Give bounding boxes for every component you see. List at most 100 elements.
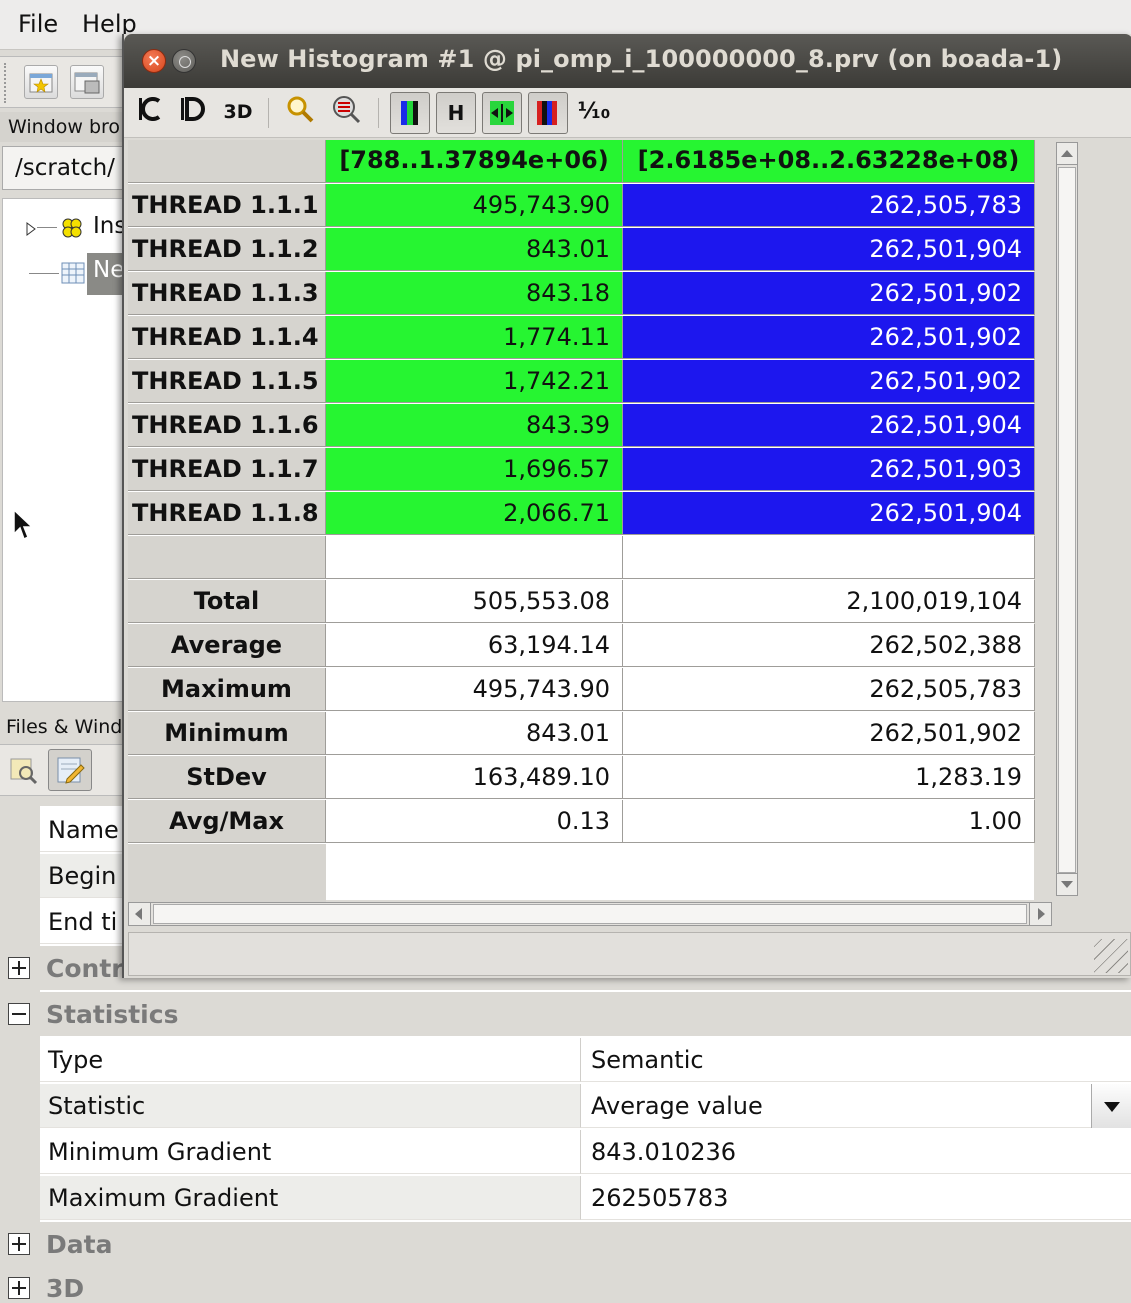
hide-columns-icon — [490, 101, 514, 125]
table-cell[interactable]: 1,774.11 — [326, 316, 623, 359]
scroll-right-icon[interactable] — [1029, 903, 1051, 925]
column-header[interactable]: [788..1.37894e+06) — [326, 140, 623, 183]
find-icon[interactable] — [8, 755, 38, 789]
table-cell[interactable]: 843.18 — [326, 272, 623, 315]
code-color-button[interactable] — [130, 92, 170, 134]
table-cell[interactable]: 1,696.57 — [326, 448, 623, 491]
table-cell[interactable]: 262,505,783 — [623, 184, 1035, 227]
stat-cell[interactable]: 1.00 — [623, 800, 1035, 843]
scroll-thumb[interactable] — [1058, 167, 1076, 873]
stat-cell[interactable]: 262,501,902 — [623, 712, 1035, 755]
files-windows-label: Files & Wind — [0, 710, 124, 742]
expand-icon[interactable] — [8, 957, 30, 979]
stat-cell[interactable]: 163,489.10 — [326, 756, 623, 799]
property-row-max-gradient[interactable]: Maximum Gradient 262505783 — [40, 1176, 1131, 1220]
stat-cell[interactable]: 505,553.08 — [326, 580, 623, 623]
scroll-thumb[interactable] — [153, 904, 1027, 924]
property-value[interactable]: Semantic — [580, 1038, 1131, 1082]
row-header[interactable]: THREAD 1.1.5 — [128, 360, 326, 403]
stat-cell[interactable]: 262,505,783 — [623, 668, 1035, 711]
open-button[interactable] — [24, 65, 58, 99]
table-filler — [128, 844, 326, 908]
table-cell[interactable]: 262,501,902 — [623, 272, 1035, 315]
statistic-select[interactable]: Average value — [580, 1084, 1131, 1128]
toolbar-handle[interactable] — [4, 63, 8, 103]
menu-file[interactable]: File — [18, 10, 58, 38]
row-header[interactable]: THREAD 1.1.2 — [128, 228, 326, 271]
property-row-type[interactable]: Type Semantic — [40, 1038, 1131, 1082]
stat-cell[interactable]: 63,194.14 — [326, 624, 623, 667]
table-cell[interactable]: 262,501,904 — [623, 228, 1035, 271]
property-value[interactable]: 843.010236 — [580, 1130, 1131, 1174]
stat-cell[interactable]: 2,100,019,104 — [623, 580, 1035, 623]
table-cell[interactable]: 495,743.90 — [326, 184, 623, 227]
property-key: Type — [40, 1038, 580, 1082]
save-config-button[interactable] — [70, 65, 104, 99]
3d-icon[interactable]: 3D — [218, 92, 258, 134]
row-header[interactable]: THREAD 1.1.6 — [128, 404, 326, 447]
scroll-left-icon[interactable] — [129, 903, 151, 925]
collapse-icon[interactable] — [8, 1003, 30, 1025]
chevron-down-icon[interactable] — [1091, 1084, 1131, 1128]
scroll-down-icon[interactable] — [1057, 873, 1077, 895]
table-cell[interactable]: 262,501,902 — [623, 316, 1035, 359]
category-statistics[interactable]: Statistics — [0, 992, 1131, 1036]
property-value[interactable]: 262505783 — [580, 1176, 1131, 1220]
stat-cell[interactable]: 843.01 — [326, 712, 623, 755]
stat-cell[interactable]: 495,743.90 — [326, 668, 623, 711]
property-row-min-gradient[interactable]: Minimum Gradient 843.010236 — [40, 1130, 1131, 1174]
property-row-statistic[interactable]: Statistic Average value — [40, 1084, 1131, 1128]
window-browser-label: Window bro — [0, 112, 124, 142]
color-mode-button[interactable] — [390, 92, 430, 134]
table-cell[interactable]: 1,742.21 — [326, 360, 623, 403]
edit-button[interactable] — [48, 749, 92, 791]
histogram-window: × New Histogram #1 @ pi_omp_i_100000000_… — [122, 34, 1131, 978]
stat-cell[interactable]: 1,283.19 — [623, 756, 1035, 799]
category-3d[interactable]: 3D — [0, 1266, 1131, 1303]
hide-columns-button[interactable] — [482, 92, 522, 134]
table-cell[interactable]: 262,501,902 — [623, 360, 1035, 403]
fraction-icon[interactable]: ⅒ — [574, 92, 614, 134]
table-cell[interactable]: 262,501,903 — [623, 448, 1035, 491]
horizontal-scrollbar[interactable] — [128, 902, 1052, 926]
horizontal-icon[interactable]: H — [436, 92, 476, 134]
row-header[interactable]: THREAD 1.1.3 — [128, 272, 326, 315]
stat-cell[interactable]: 0.13 — [326, 800, 623, 843]
zoom-icon — [287, 96, 314, 123]
stat-row-header: Total — [128, 580, 326, 623]
stat-row-header: Average — [128, 624, 326, 667]
row-header[interactable]: THREAD 1.1.8 — [128, 492, 326, 535]
expand-icon[interactable] — [8, 1277, 30, 1299]
gradient-scale-button[interactable] — [528, 92, 568, 134]
title-bar[interactable]: × New Histogram #1 @ pi_omp_i_100000000_… — [124, 34, 1131, 88]
window-tree: Ins Ne — [2, 198, 126, 702]
row-header[interactable]: THREAD 1.1.4 — [128, 316, 326, 359]
statistic-select-value: Average value — [591, 1092, 763, 1120]
stat-row-header: Avg/Max — [128, 800, 326, 843]
gradient-button[interactable] — [172, 92, 212, 134]
table-cell[interactable]: 2,066.71 — [326, 492, 623, 535]
filter-button[interactable] — [326, 92, 366, 134]
minimize-icon[interactable] — [172, 49, 196, 73]
resize-grip-icon[interactable] — [1094, 939, 1128, 973]
gradient-scale-icon — [537, 101, 557, 125]
tree-item-histogram[interactable]: Ne — [87, 253, 125, 295]
open-icon — [29, 73, 53, 93]
category-data[interactable]: Data — [0, 1222, 1131, 1266]
zoom-button[interactable] — [280, 92, 320, 134]
vertical-scrollbar[interactable] — [1056, 142, 1078, 896]
table-cell[interactable]: 262,501,904 — [623, 492, 1035, 535]
table-cell[interactable]: 843.39 — [326, 404, 623, 447]
scroll-up-icon[interactable] — [1057, 143, 1077, 165]
row-header[interactable]: THREAD 1.1.7 — [128, 448, 326, 491]
table-cell — [326, 536, 623, 579]
table-cell[interactable]: 843.01 — [326, 228, 623, 271]
table-cell[interactable]: 262,501,904 — [623, 404, 1035, 447]
stat-cell[interactable]: 262,502,388 — [623, 624, 1035, 667]
path-field[interactable]: /scratch/ — [2, 146, 126, 190]
expand-icon[interactable] — [8, 1233, 30, 1255]
row-header[interactable]: THREAD 1.1.1 — [128, 184, 326, 227]
tree-expander-icon[interactable] — [25, 221, 37, 240]
close-icon[interactable]: × — [142, 49, 166, 73]
column-header[interactable]: [2.6185e+08..2.63228e+08) — [623, 140, 1035, 183]
